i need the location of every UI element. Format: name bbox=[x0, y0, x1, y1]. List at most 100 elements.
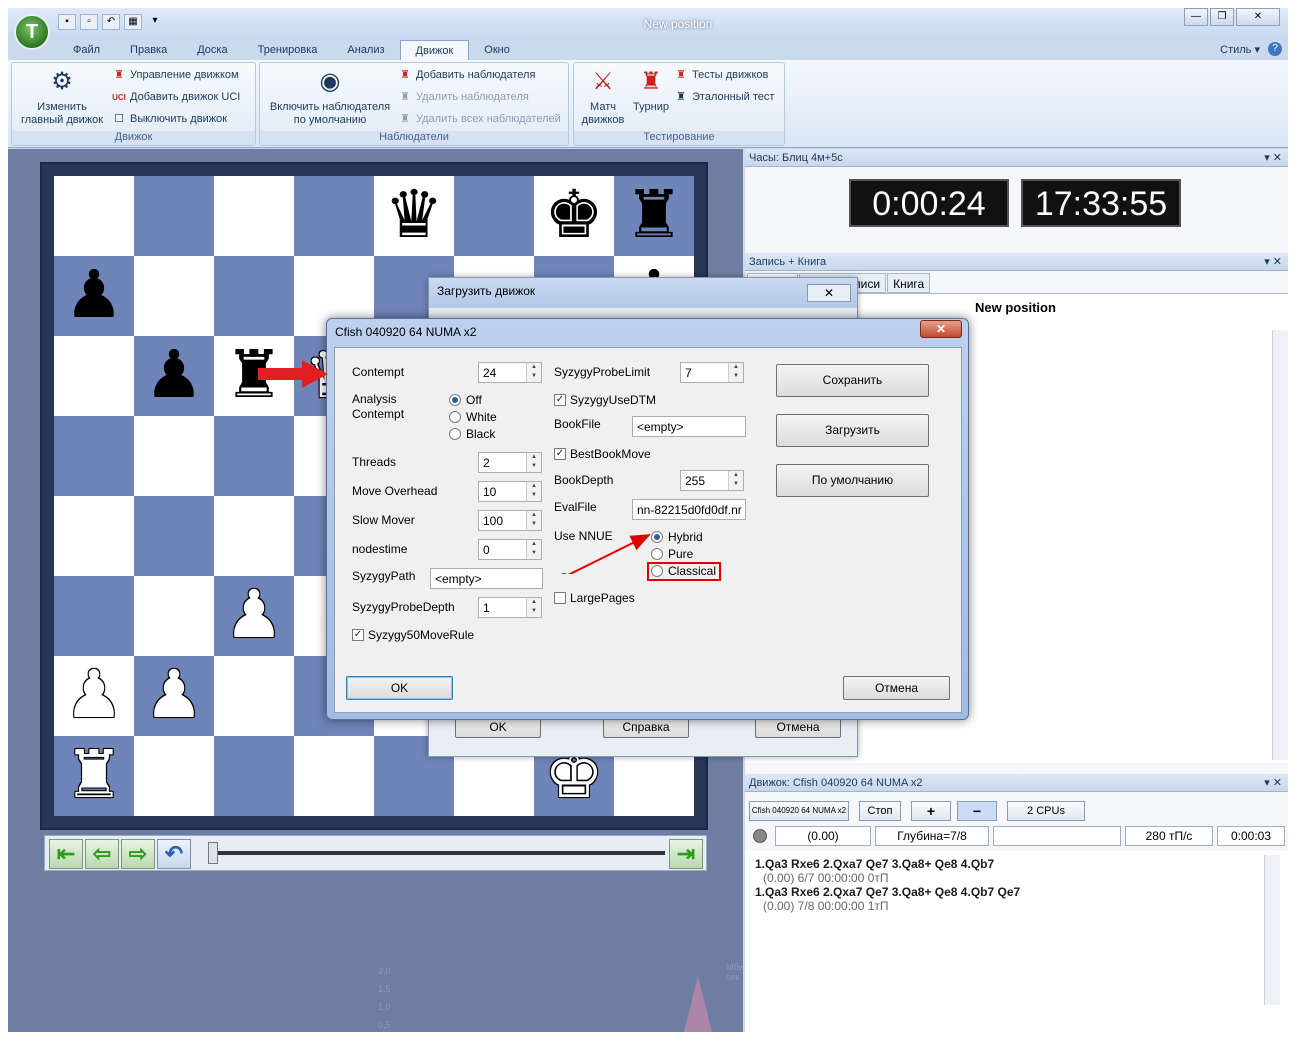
slow-mover-spinner[interactable]: 100 ▲ ▼ bbox=[478, 510, 542, 531]
take-back-icon[interactable]: ↶ bbox=[157, 839, 191, 869]
save-button[interactable]: Сохранить bbox=[776, 364, 929, 397]
remove-all-observers-button[interactable]: ♜ Удалить всех наблюдателей bbox=[398, 111, 561, 127]
engine-match-button[interactable]: ⚔ Матч движков bbox=[578, 67, 628, 127]
change-main-engine-button[interactable]: ⚙ Изменить главный движок bbox=[16, 67, 108, 127]
add-observer-button[interactable]: ♜ Добавить наблюдателя bbox=[398, 67, 535, 83]
square-a1[interactable]: ♜ bbox=[54, 736, 134, 816]
style-menu[interactable]: Стиль ▾ bbox=[1220, 43, 1260, 56]
board-icon[interactable]: ▦ bbox=[124, 14, 142, 30]
stop-button[interactable]: Стоп bbox=[859, 801, 901, 821]
square-c2[interactable] bbox=[214, 656, 294, 736]
panel-controls-icon[interactable]: ▾ ✕ bbox=[1264, 149, 1282, 167]
close-icon[interactable]: ✕ bbox=[807, 284, 851, 302]
black-pawn-icon[interactable]: ♟ bbox=[64, 256, 123, 333]
square-b1[interactable] bbox=[134, 736, 214, 816]
tab-file[interactable]: Файл bbox=[58, 40, 115, 60]
default-button[interactable]: По умолчанию bbox=[776, 464, 929, 497]
remove-observer-button[interactable]: ♜ Удалить наблюдателя bbox=[398, 89, 529, 105]
restore-icon[interactable]: ❐ bbox=[1210, 8, 1234, 26]
load-button[interactable]: Загрузить bbox=[776, 414, 929, 447]
spinner-arrows-icon[interactable]: ▲ ▼ bbox=[526, 453, 541, 472]
square-b6[interactable]: ♟ bbox=[134, 336, 214, 416]
square-b5[interactable] bbox=[134, 416, 214, 496]
book-depth-spinner[interactable]: 255 ▲ ▼ bbox=[680, 470, 744, 491]
tournament-button[interactable]: ♜ Турнир bbox=[628, 67, 674, 114]
save-icon[interactable]: ▪ bbox=[58, 14, 76, 30]
black-king-icon[interactable]: ♚ bbox=[544, 176, 603, 253]
minimize-icon[interactable]: — bbox=[1184, 8, 1208, 26]
square-d8[interactable] bbox=[294, 176, 374, 256]
tab-book[interactable]: Книга bbox=[887, 273, 931, 293]
reference-test-button[interactable]: ♜ Эталонный тест bbox=[674, 89, 774, 105]
white-pawn-icon[interactable]: ♟ bbox=[64, 656, 123, 733]
cpus-button[interactable]: 2 CPUs bbox=[1007, 801, 1085, 821]
previous-move-icon[interactable]: ⇦ bbox=[85, 839, 119, 869]
square-a2[interactable]: ♟ bbox=[54, 656, 134, 736]
tab-edit[interactable]: Правка bbox=[115, 40, 182, 60]
move-overhead-spinner[interactable]: 10 ▲ ▼ bbox=[478, 481, 542, 502]
square-b2[interactable]: ♟ bbox=[134, 656, 214, 736]
syzygy-probe-limit-spinner[interactable]: 7 ▲ ▼ bbox=[680, 362, 744, 383]
syzygy-path-field[interactable]: <empty> bbox=[430, 568, 543, 589]
square-a5[interactable] bbox=[54, 416, 134, 496]
threads-spinner[interactable]: 2 ▲ ▼ bbox=[478, 452, 542, 473]
cancel-button[interactable]: Отмена bbox=[843, 676, 950, 700]
engine-output-scrollbar[interactable] bbox=[1264, 855, 1280, 1005]
close-icon[interactable]: ✕ bbox=[1236, 8, 1280, 26]
spinner-arrows-icon[interactable]: ▲ ▼ bbox=[526, 482, 541, 501]
square-b8[interactable] bbox=[134, 176, 214, 256]
square-a8[interactable] bbox=[54, 176, 134, 256]
black-pawn-icon[interactable]: ♟ bbox=[144, 336, 203, 413]
document-icon[interactable]: ▫ bbox=[80, 14, 98, 30]
square-a4[interactable] bbox=[54, 496, 134, 576]
square-c1[interactable] bbox=[214, 736, 294, 816]
disable-engine-button[interactable]: ☐ Выключить движок bbox=[112, 111, 227, 127]
square-g8[interactable]: ♚ bbox=[534, 176, 614, 256]
analysis-contempt-white-radio[interactable]: White bbox=[449, 410, 497, 424]
move-slider-thumb[interactable] bbox=[208, 842, 218, 864]
manage-engine-button[interactable]: ♜ Управление движком bbox=[112, 67, 239, 83]
engine-tests-button[interactable]: ♜ Тесты движков bbox=[674, 67, 768, 83]
square-c4[interactable] bbox=[214, 496, 294, 576]
square-c7[interactable] bbox=[214, 256, 294, 336]
eval-file-field[interactable]: nn-82215d0fd0df.nr bbox=[632, 499, 746, 520]
help-icon[interactable]: ? bbox=[1268, 42, 1282, 56]
tab-engine[interactable]: Движок bbox=[399, 40, 470, 60]
square-d1[interactable] bbox=[294, 736, 374, 816]
square-a7[interactable]: ♟ bbox=[54, 256, 134, 336]
engine-name-button[interactable]: Cfish 040920 64 NUMA x2 bbox=[749, 801, 849, 821]
square-b3[interactable] bbox=[134, 576, 214, 656]
last-move-icon[interactable]: ⇥ bbox=[669, 839, 703, 869]
white-rook-icon[interactable]: ♜ bbox=[64, 736, 123, 813]
square-c8[interactable] bbox=[214, 176, 294, 256]
square-h8[interactable]: ♜ bbox=[614, 176, 694, 256]
spinner-arrows-icon[interactable]: ▲ ▼ bbox=[526, 598, 541, 617]
spinner-arrows-icon[interactable]: ▲ ▼ bbox=[728, 471, 743, 490]
spinner-arrows-icon[interactable]: ▲ ▼ bbox=[526, 540, 541, 559]
black-rook-icon[interactable]: ♜ bbox=[624, 176, 683, 253]
analysis-contempt-black-radio[interactable]: Black bbox=[449, 427, 495, 441]
syzygy-50-move-rule-checkbox[interactable]: ✓ Syzygy50MoveRule bbox=[352, 628, 474, 642]
ok-button[interactable]: OK bbox=[346, 676, 453, 700]
large-pages-checkbox[interactable]: LargePages bbox=[554, 591, 635, 605]
tab-board[interactable]: Доска bbox=[182, 40, 242, 60]
tab-analysis[interactable]: Анализ bbox=[332, 40, 399, 60]
tab-training[interactable]: Тренировка bbox=[243, 40, 333, 60]
notation-scrollbar[interactable] bbox=[1272, 330, 1288, 760]
remove-line-icon[interactable]: − bbox=[957, 801, 997, 821]
spinner-arrows-icon[interactable]: ▲ ▼ bbox=[526, 511, 541, 530]
first-move-icon[interactable]: ⇤ bbox=[49, 839, 83, 869]
engine-output[interactable]: 1.Qa3 Rxe6 2.Qxa7 Qe7 3.Qa8+ Qe8 4.Qb7 (… bbox=[745, 851, 1288, 1032]
move-slider-track[interactable] bbox=[215, 851, 665, 855]
book-file-field[interactable]: <empty> bbox=[632, 416, 746, 437]
enable-default-observer-button[interactable]: ◉ Включить наблюдателя по умолчанию bbox=[264, 67, 396, 127]
black-queen-icon[interactable]: ♛ bbox=[384, 176, 443, 253]
square-b7[interactable] bbox=[134, 256, 214, 336]
close-icon[interactable]: ✕ bbox=[920, 320, 962, 338]
qat-dropdown-icon[interactable]: ▾ bbox=[146, 14, 164, 30]
analysis-contempt-off-radio[interactable]: Off bbox=[449, 393, 482, 407]
square-f8[interactable] bbox=[454, 176, 534, 256]
next-move-icon[interactable]: ⇨ bbox=[121, 839, 155, 869]
spinner-arrows-icon[interactable]: ▲ ▼ bbox=[526, 363, 541, 382]
nodestime-spinner[interactable]: 0 ▲ ▼ bbox=[478, 539, 542, 560]
